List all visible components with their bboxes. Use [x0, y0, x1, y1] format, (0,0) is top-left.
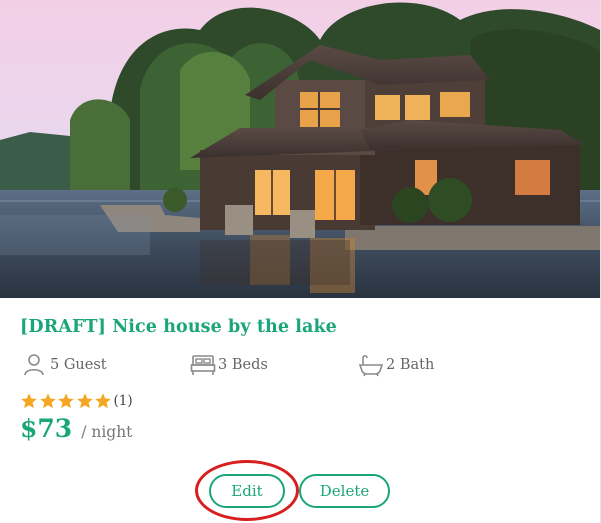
listing-card: [DRAFT] Nice house by the lake 5 Guest 3… — [0, 0, 601, 523]
star-icon — [95, 393, 111, 409]
lake-house-image — [0, 0, 600, 298]
star-icon — [76, 393, 93, 409]
delete-button[interactable]: Delete — [299, 474, 390, 508]
star-icon — [39, 393, 56, 409]
rating: (1) — [20, 391, 133, 411]
star-icon — [58, 393, 74, 409]
edit-button[interactable]: Edit — [209, 474, 285, 508]
listing-features: 5 Guest 3 Beds 2 Bath — [20, 352, 580, 378]
user-icon — [22, 353, 48, 377]
bed-icon — [190, 353, 216, 377]
listing-actions: Edit Delete — [0, 474, 600, 508]
listing-title[interactable]: [DRAFT] Nice house by the lake — [20, 317, 337, 337]
listing-photo[interactable] — [0, 0, 600, 298]
price: $73 / night — [20, 414, 132, 443]
review-count: (1) — [113, 393, 133, 409]
rating-stars — [20, 392, 113, 410]
bed-count-label: 3 Beds — [218, 357, 268, 373]
price-amount: $73 — [20, 414, 73, 443]
guest-count-label: 5 Guest — [50, 357, 107, 373]
bed-count: 3 Beds — [190, 352, 268, 378]
bath-count: 2 Bath — [358, 352, 434, 378]
bath-count-label: 2 Bath — [386, 357, 435, 373]
star-icon — [21, 393, 37, 409]
bathtub-icon — [358, 353, 384, 377]
guest-count: 5 Guest — [22, 352, 107, 378]
price-unit: / night — [81, 423, 133, 441]
